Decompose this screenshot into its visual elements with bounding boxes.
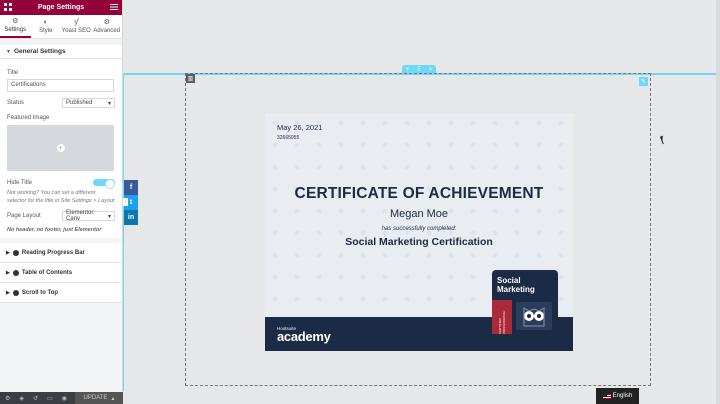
certificate-course: Social Marketing Certification [345,236,493,248]
responsive-icon[interactable]: ▭ [47,395,53,402]
settings-icon[interactable]: ⚙ [5,395,10,402]
caret-right-icon: ▶ [6,289,10,296]
menu-icon[interactable] [110,3,118,11]
tab-settings[interactable]: ⚙ Settings [0,15,31,38]
section-reading-progress-bar[interactable]: ▶ Reading Progress Bar [0,243,122,263]
hide-title-row: Hide Title [7,178,115,189]
gear-icon: ⚙ [12,18,19,25]
plugin-icon [12,289,19,296]
chevron-down-icon: ▾ [107,100,111,107]
edit-pencil-icon[interactable]: ✎ [639,77,648,86]
update-button[interactable]: UPDATE ▴ [75,392,123,404]
elementor-panel: Page Settings ⚙ Settings ◐ Style ƴ Yoast SE… [0,0,123,404]
caret-right-icon: ▶ [6,269,10,276]
preview-icon[interactable]: ◉ [62,395,67,402]
panel-tabs: ⚙ Settings ◐ Style ƴ Yoast SEO ⚙ Advanced [0,15,122,39]
plugin-icon [12,269,19,276]
page-layout-label: Page Layout [7,213,41,219]
share-collapse-toggle[interactable]: ‹ [123,198,128,206]
linkedin-share-button[interactable]: in [124,210,138,225]
title-label: Title [7,70,19,76]
certificate-subtitle: has successfully completed: [381,226,457,232]
editor-canvas: + ⠿ × ▥ ✎ May 26, 2021 32665955 CERTIFIC… [123,0,720,404]
status-row: Status Published ▾ [7,98,115,108]
tab-advanced[interactable]: ⚙ Advanced [92,15,123,38]
grid-icon[interactable] [4,3,12,11]
academy-logo: academy [277,329,331,344]
panel-title: Page Settings [37,4,85,11]
close-icon[interactable]: × [429,67,433,73]
certificate-title: CERTIFICATE OF ACHIEVEMENT [294,185,544,202]
certificate-date: May 26, 2021 [277,123,323,132]
column-handle-icon[interactable]: ▥ [186,74,195,83]
page-layout-note: No header, no footer, just Elementor [7,227,102,233]
tab-style[interactable]: ◐ Style [31,15,62,38]
caret-right-icon: ▶ [6,249,10,256]
add-icon[interactable]: + [406,67,410,73]
drag-icon[interactable]: ⠿ [417,66,421,73]
certification-badge: Social Marketing CERTIFIED PROFESSIONAL [492,270,558,336]
certificate-number: 32665955 [277,135,300,141]
plugin-icon [12,249,19,256]
facebook-share-button[interactable]: f [124,180,138,195]
caret-down-icon: ▼ [6,48,11,55]
badge-ribbon: CERTIFIED PROFESSIONAL [492,300,512,334]
title-input[interactable]: Certifications [7,79,114,92]
page-layout-select[interactable]: Elementor Canv ▾ [62,210,115,222]
plus-icon: + [56,144,65,152]
certificate-recipient: Megan Moe [389,208,449,220]
yoast-icon: ƴ [74,19,79,26]
gear-icon: ⚙ [103,19,110,26]
language-switcher[interactable]: English [596,388,639,404]
owl-icon [516,302,552,330]
caret-up-icon: ▴ [111,395,115,402]
panel-footer: ⚙ ◈ ↺ ▭ ◉ UPDATE ▴ [0,392,123,404]
section-scroll-to-top[interactable]: ▶ Scroll to Top [0,283,122,303]
tab-yoast-seo[interactable]: ƴ Yoast SEO [61,15,92,38]
chevron-down-icon: ▾ [107,213,111,220]
status-select[interactable]: Published ▾ [62,98,115,108]
general-settings-panel: Title Certifications Status Published ▾ F… [0,59,122,238]
page-scrollbar[interactable] [716,0,720,404]
section-general-settings[interactable]: ▼ General Settings [0,45,122,59]
featured-image-label: Featured Image [7,115,50,121]
hide-title-toggle[interactable] [93,178,115,189]
contrast-icon: ◐ [43,19,48,26]
us-flag-icon [602,393,611,399]
history-icon[interactable]: ↺ [33,395,38,402]
hide-title-note: Not working? You can set a different sel… [7,190,115,204]
status-label: Status [7,100,25,106]
panel-header: Page Settings [0,0,122,15]
certificate-image: May 26, 2021 32665955 CERTIFICATE OF ACH… [265,113,573,351]
page-layout-row: Page Layout Elementor Canv ▾ [7,210,115,222]
hide-title-label: Hide Title [7,179,33,186]
section-table-of-contents[interactable]: ▶ Table of Contents [0,263,122,283]
featured-image-picker[interactable]: + [7,125,114,171]
badge-title: Social Marketing [497,276,535,294]
layers-icon[interactable]: ◈ [19,395,24,402]
